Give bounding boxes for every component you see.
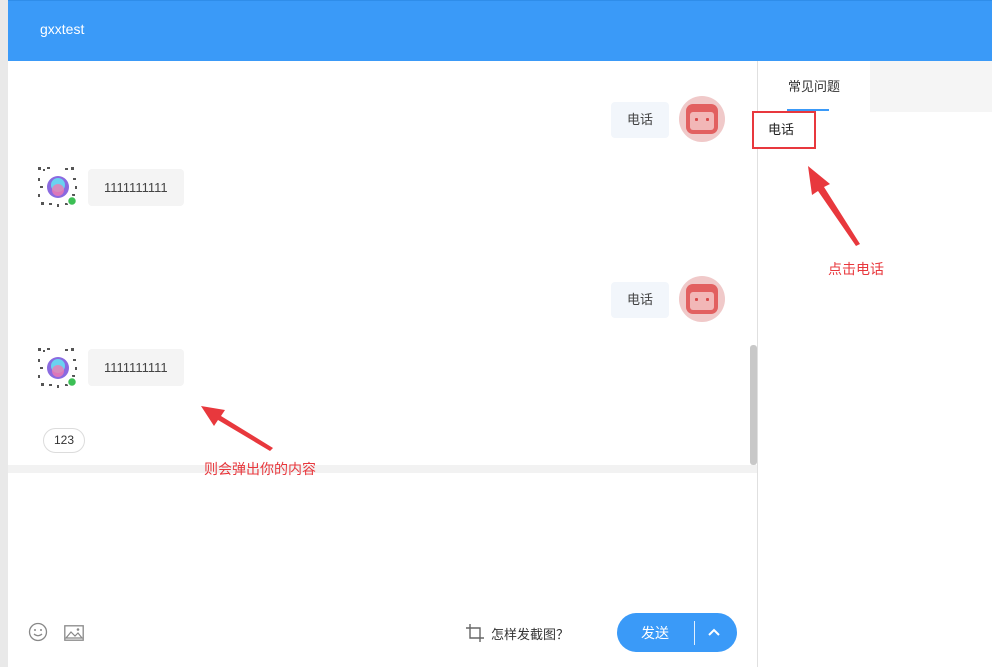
user-message-bubble: 电话 (611, 282, 670, 318)
send-button-divider (694, 621, 695, 645)
bot-avatar (36, 346, 80, 390)
header-title: gxxtest (40, 21, 85, 37)
annotation-click-phone: 点击电话 (828, 261, 884, 277)
chevron-up-icon[interactable] (705, 625, 723, 639)
send-button[interactable]: 发送 (617, 613, 737, 652)
bot-message-bubble: 1111111111 (88, 169, 184, 206)
send-button-label: 发送 (641, 625, 669, 641)
smile-icon[interactable] (28, 622, 48, 642)
annotation-arrow-icon (808, 166, 860, 246)
image-icon[interactable] (64, 625, 84, 641)
chat-header: gxxtest (8, 0, 992, 61)
chat-scrollbar[interactable] (750, 345, 757, 465)
user-avatar (679, 96, 725, 142)
bot-avatar (36, 165, 80, 209)
annotation-popup-content: 则会弹出你的内容 (204, 461, 316, 477)
input-divider (8, 465, 757, 473)
annotation-arrow-icon (201, 406, 273, 451)
user-avatar (679, 276, 725, 322)
user-message-bubble: 电话 (611, 102, 670, 138)
faq-panel (758, 61, 992, 667)
crop-icon[interactable] (466, 624, 484, 642)
screenshot-help-link[interactable]: 怎样发截图？ (491, 624, 569, 643)
quick-reply-chip[interactable]: 123 (43, 428, 85, 453)
tab-faq[interactable]: 常见问题 (758, 61, 870, 112)
window-edge (0, 0, 8, 667)
bot-message-bubble: 1111111111 (88, 349, 184, 386)
faq-item-phone[interactable]: 电话 (752, 111, 816, 149)
